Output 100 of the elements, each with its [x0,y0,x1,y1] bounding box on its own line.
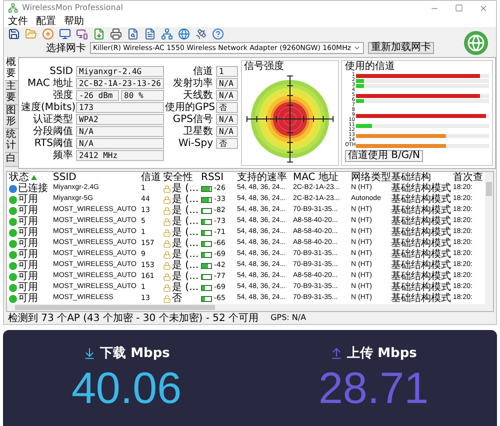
table-cell: 可用 [18,216,38,227]
table-cell: 可用 [18,271,38,282]
reload-adapter-button[interactable]: 重新加载网卡 [368,42,434,54]
table-cell: 可用 [18,249,38,260]
value-field: N/A [76,138,164,148]
column-header[interactable]: 信道 [141,172,161,183]
table-cell-text: 基础结构模式 [390,238,451,249]
column-header[interactable]: 基础结构 [391,172,431,183]
maximize-icon[interactable] [455,4,463,12]
document-download-icon[interactable] [93,28,105,40]
menu-item[interactable]: 文件 [8,16,28,26]
document-search-icon[interactable] [127,28,139,40]
info-label: 强度 [52,90,74,100]
value-field: -26 dBm [76,90,119,100]
panel-title: 使用的信道 [345,61,396,72]
table-cell: 可用 [18,260,38,271]
adapter-label: 选择网卡 [46,42,86,54]
horizontal-scrollbar[interactable] [7,304,485,311]
table-cell: 是 (... [172,205,199,216]
table-cell: 是 (... [172,183,199,194]
menu-item[interactable]: 帮助 [64,16,84,26]
value-field: 1 [216,66,238,76]
side-tab[interactable]: 图形 [4,105,18,129]
table-cell: 是 (... [172,194,199,205]
value-field: Miyanxgr-2.4G [76,66,164,76]
column-header[interactable]: SSID [53,172,76,183]
info-label: RTS阈值 [33,138,74,148]
value-field: N/A [216,90,238,100]
upload-icon [330,347,344,360]
info-label: Wi-Spy [177,138,214,148]
side-tab[interactable]: 主要 [4,81,18,105]
table-cell: 是 (... [172,249,199,260]
side-tab[interactable]: 统计 [4,129,18,153]
document-icon[interactable] [144,28,156,40]
column-header[interactable]: 网络类型 [351,172,391,183]
table-cell-text: 基础结构模式 [390,260,451,271]
info-label: 频率 [52,150,74,160]
table-cell: 已连接 [18,183,48,194]
value-field: N/A [76,126,164,136]
info-label: MAC 地址 [26,78,74,88]
save-icon[interactable] [8,28,20,40]
speed-value: 28.71 [318,364,429,414]
help-icon[interactable] [212,28,224,40]
table-cell-text: 基础结构模式 [390,293,451,304]
table-cell-text: 基础结构模式 [390,227,451,238]
vertical-scrollbar[interactable] [485,172,493,311]
side-tab[interactable]: 白 [4,153,18,166]
close-icon[interactable] [479,4,488,12]
window-title: WirelessMon Professional [22,2,123,14]
value-field: 80 % [121,90,164,100]
table-cell: 否 [172,293,182,304]
value-field: N/A [216,78,238,88]
app-globe-icon [464,31,488,55]
table-cell: 可用 [18,194,38,205]
table-cell-text: 基础结构模式 [390,183,451,194]
speed-label: 上传 Mbps [347,345,417,363]
app-logo-icon [8,3,18,13]
info-label: 信道 [192,66,214,76]
value-field: 2C-B2-1A-23-13-26 [76,78,164,88]
table-cell: 是 (... [172,271,199,282]
info-label: SSID [48,66,74,76]
speed-value: 40.06 [71,364,182,414]
value-field: WPA2 [76,114,164,124]
info-label: 速度(Mbits) [21,102,75,112]
info-label: 卫星数 [182,126,214,136]
value-field: N/A [216,114,238,124]
info-label: GPS信号 [172,114,214,124]
table-cell: 可用 [18,282,38,293]
info-label: 分段阈值 [32,126,74,136]
value-field: N/A [216,126,238,136]
disc-icon[interactable] [42,28,54,40]
column-header[interactable]: RSSI [201,172,224,183]
side-tab[interactable]: 概要 [4,57,18,81]
speed-label: 下载 Mbps [100,345,170,363]
info-label: 使用的GPS [165,102,215,112]
menu-item[interactable]: 配置 [36,16,56,26]
column-header[interactable]: 首次查 [453,172,483,183]
channel-mode-dropdown[interactable]: 信道使用 B/G/N [345,150,423,162]
table-cell-text: 基础结构模式 [390,205,451,216]
info-label: 认证类型 [32,114,74,124]
panel-title: 信号强度 [243,61,284,73]
info-label: 天线数 [182,90,214,100]
value-field: 否 [216,102,238,112]
table-cell: 可用 [18,227,38,238]
network-icon[interactable] [161,28,173,40]
table-cell: 是 (... [172,260,199,271]
table-cell: 可用 [18,293,38,304]
printer-icon[interactable] [110,28,122,40]
devices-icon[interactable] [76,28,88,40]
table-cell: 是 (... [172,216,199,227]
column-header[interactable]: 状态 [9,172,29,183]
monitor-icon[interactable] [59,28,71,40]
satellite-icon[interactable] [195,28,207,40]
download-icon [83,347,96,360]
table-cell: 可用 [18,205,38,216]
globe-icon[interactable] [178,28,190,40]
caret-icon [353,44,362,52]
table-cell: 是 (... [172,238,199,249]
value-field: 2412 MHz [76,150,164,160]
column-header[interactable]: MAC 地址 [293,172,338,183]
